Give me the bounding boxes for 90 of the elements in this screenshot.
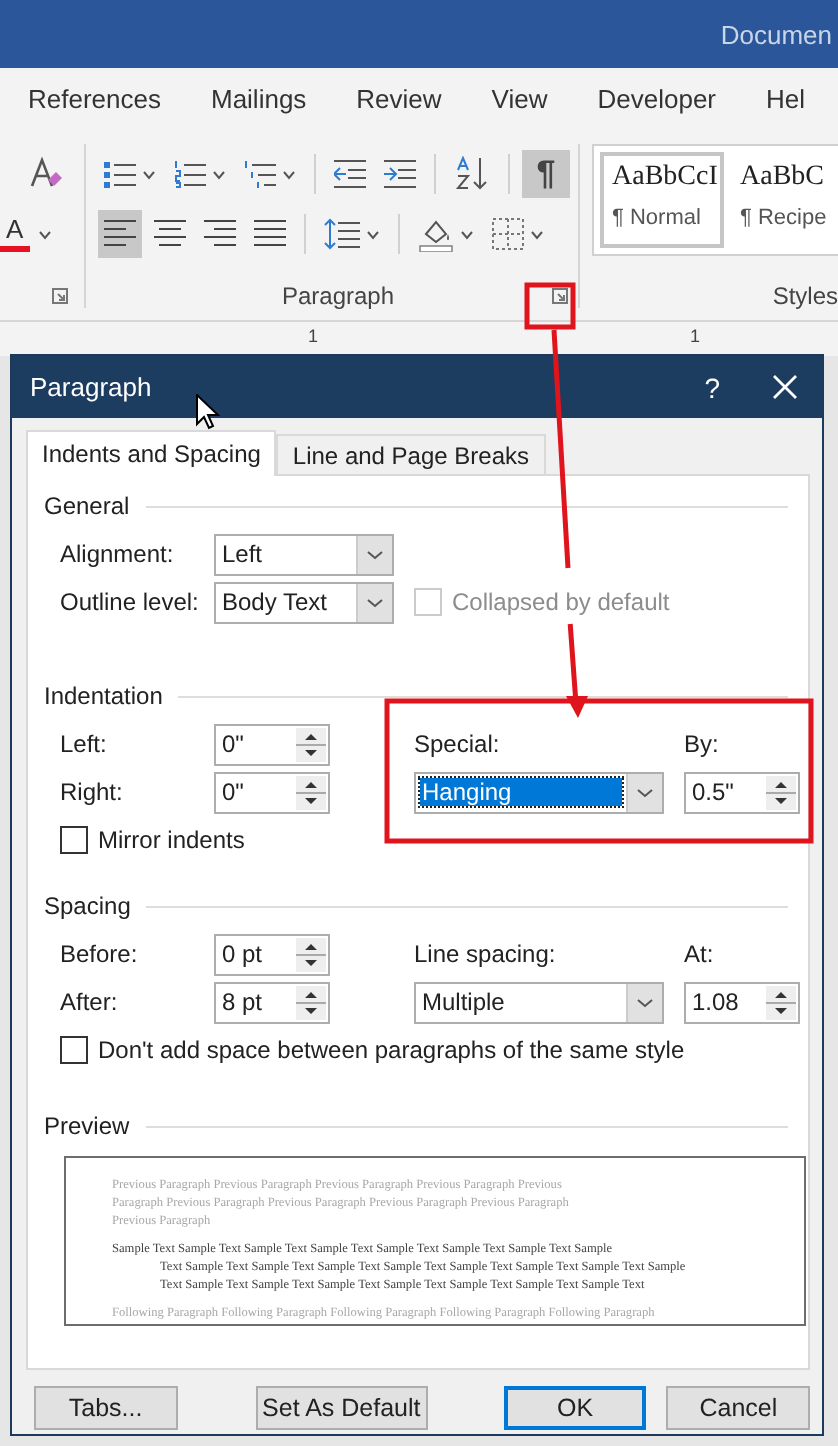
decrease-indent-icon: [334, 160, 366, 188]
shading-icon: [418, 217, 454, 251]
ribbon-tab[interactable]: View: [491, 83, 548, 113]
dialog-launcher-icon[interactable]: [52, 288, 68, 304]
section-heading: General: [44, 492, 130, 520]
align-center-icon: [154, 220, 186, 248]
numbered-list-icon: [174, 160, 206, 188]
spin-field[interactable]: 0 pt: [214, 933, 330, 975]
dialog-button[interactable]: Set As Default: [255, 1386, 428, 1430]
field-label: Right:: [60, 778, 125, 806]
dialog-button[interactable]: OK: [503, 1386, 647, 1430]
spin-arrows-icon[interactable]: [296, 727, 326, 761]
ribbon-tab[interactable]: Hel: [766, 83, 806, 113]
alignment-dropdown[interactable]: Left: [214, 533, 394, 575]
section-heading: Indentation: [44, 682, 163, 710]
dialog-title: Paragraph: [30, 372, 154, 402]
style-item[interactable]: AaBbCcI ¶ Normal: [600, 152, 724, 248]
line-spacing-dropdown[interactable]: Multiple: [414, 981, 664, 1023]
field-label: Special:: [414, 730, 502, 758]
highlight-box: [524, 282, 576, 330]
caret-icon: [530, 229, 544, 239]
caret-icon: [356, 583, 392, 621]
caret-icon: [212, 169, 226, 179]
spin-arrows-icon[interactable]: [296, 937, 326, 971]
group-label: Styles: [772, 282, 838, 310]
caret-icon: [142, 169, 156, 179]
window-title: Documen: [720, 19, 832, 49]
dialog-launcher-icon[interactable]: [552, 288, 568, 304]
spin-arrows-icon[interactable]: [296, 985, 326, 1019]
caret-icon: [626, 773, 662, 811]
caret-icon: [366, 229, 380, 239]
multilevel-list-icon: [244, 160, 276, 188]
font-color-button[interactable]: A: [0, 216, 30, 252]
line-spacing-icon: [324, 218, 360, 250]
align-right-icon: [204, 220, 236, 248]
section-heading: Preview: [44, 1112, 130, 1140]
spin-arrows-icon[interactable]: [296, 775, 326, 809]
ribbon-tab[interactable]: Mailings: [210, 83, 307, 113]
spin-field[interactable]: 0": [214, 723, 330, 765]
align-left-icon: [104, 220, 136, 248]
field-label: Alignment:: [60, 540, 176, 568]
increase-indent-icon: [384, 160, 416, 188]
dialog-tab[interactable]: Indents and Spacing: [26, 430, 277, 476]
spin-field[interactable]: 0.5": [684, 771, 800, 813]
style-sample: AaBbCcI: [612, 162, 718, 194]
field-label: Before:: [60, 940, 140, 968]
caret-icon: [460, 229, 474, 239]
style-name: ¶ Normal: [612, 206, 701, 230]
borders-icon: [492, 218, 524, 250]
caret-icon[interactable]: [37, 229, 52, 239]
show-marks-button[interactable]: ¶: [522, 150, 570, 198]
field-label: After:: [60, 988, 120, 1016]
caret-icon: [356, 535, 392, 573]
sort-icon: [454, 156, 490, 192]
ruler-number: 1: [690, 326, 701, 346]
ribbon-tab[interactable]: References: [28, 83, 161, 113]
close-icon[interactable]: [772, 374, 798, 400]
help-button[interactable]: ?: [704, 371, 720, 403]
field-label: Line spacing:: [414, 940, 558, 968]
style-item[interactable]: AaBbC ¶ Recipe: [728, 152, 838, 248]
field-label: By:: [684, 730, 721, 758]
style-name: ¶ Recipe: [740, 206, 827, 230]
field-label: Outline level:: [60, 588, 201, 616]
ribbon-tab[interactable]: Developer: [597, 83, 717, 113]
bullets-icon: [104, 160, 136, 188]
field-label: Left:: [60, 730, 109, 758]
dialog-button[interactable]: Tabs...: [34, 1386, 178, 1430]
dont-add-space-checkbox[interactable]: Don't add space between paragraphs of the same style: [60, 1036, 800, 1064]
group-label: Paragraph: [281, 282, 395, 310]
spin-arrows-icon[interactable]: [766, 985, 796, 1019]
clear-formatting-icon[interactable]: [28, 156, 64, 192]
caret-icon: [282, 169, 296, 179]
toolbar-button[interactable]: [98, 210, 142, 258]
special-dropdown[interactable]: Hanging: [414, 771, 664, 813]
outline-level-dropdown[interactable]: Body Text: [214, 581, 394, 623]
spin-arrows-icon[interactable]: [766, 775, 796, 809]
spin-field[interactable]: 8 pt: [214, 981, 330, 1023]
dialog-tab[interactable]: Line and Page Breaks: [276, 434, 546, 474]
spin-field[interactable]: 1.08: [684, 981, 800, 1023]
cursor-icon: [196, 394, 220, 430]
section-heading: Spacing: [44, 892, 131, 920]
caret-icon: [626, 983, 662, 1021]
justify-icon: [254, 220, 286, 248]
field-label: At:: [684, 940, 716, 968]
spin-field[interactable]: 0": [214, 771, 330, 813]
ruler-number: 1: [308, 326, 319, 346]
mirror-indents-checkbox[interactable]: Mirror indents: [60, 826, 800, 854]
dialog-button[interactable]: Cancel: [666, 1386, 810, 1430]
ribbon-tab[interactable]: Review: [356, 83, 442, 113]
style-sample: AaBbC: [740, 162, 824, 194]
